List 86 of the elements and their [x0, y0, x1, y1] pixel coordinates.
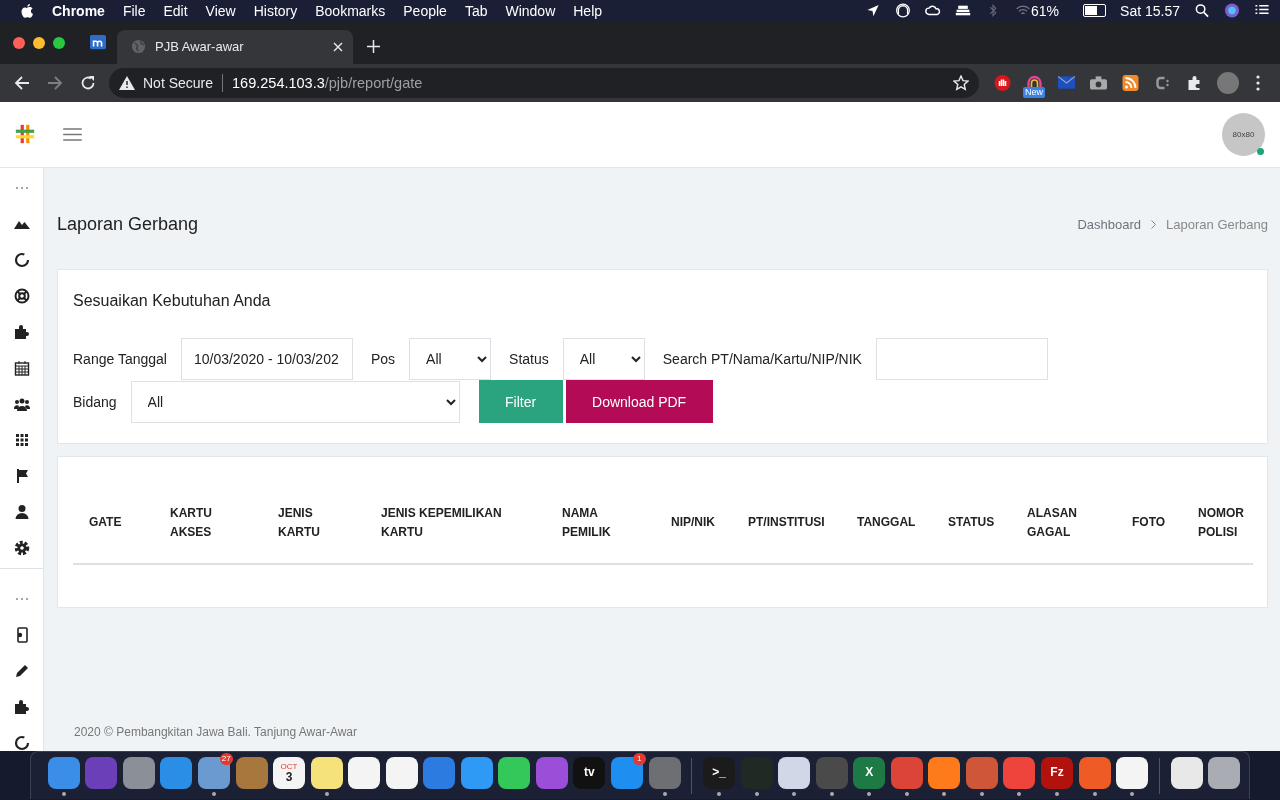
column-header[interactable]: KARTU AKSES: [170, 503, 212, 542]
menu-item[interactable]: Help: [573, 2, 603, 19]
card-title: Sesuaikan Kebutuhan Anda: [73, 291, 272, 310]
more-icon[interactable]: [1256, 74, 1260, 91]
new-tab-icon[interactable]: [367, 39, 380, 53]
menu-icon[interactable]: [63, 127, 82, 141]
column-header[interactable]: NAMA PEMILIK: [562, 503, 611, 542]
profile-avatar[interactable]: [1217, 71, 1239, 94]
clock[interactable]: Sat 15.57: [1120, 2, 1180, 19]
chevron-icon: [1151, 220, 1157, 230]
forward-arrow-icon[interactable]: [47, 74, 63, 91]
puzzle-icon[interactable]: [13, 698, 30, 715]
status-select[interactable]: All: [562, 337, 645, 380]
column-header[interactable]: JENIS KEPEMILIKAN KARTU: [381, 503, 502, 542]
globe-icon: [131, 39, 146, 55]
breadcrumb-link[interactable]: Dashboard: [1077, 217, 1142, 233]
battery-icon[interactable]: [1083, 4, 1107, 18]
column-header[interactable]: NIP/NIK: [671, 513, 715, 533]
tv-icon[interactable]: tv: [573, 756, 606, 789]
menu-item[interactable]: Window: [505, 2, 556, 19]
minimize-window-button[interactable]: [33, 36, 45, 49]
column-header[interactable]: FOTO: [1132, 513, 1166, 533]
menu-item[interactable]: Tab: [464, 2, 488, 19]
close-icon[interactable]: [333, 41, 343, 52]
pos-select[interactable]: All: [409, 337, 492, 380]
zoom-window-button[interactable]: [53, 36, 65, 49]
avatar-placeholder[interactable]: 80x80: [1222, 112, 1265, 156]
app-menu[interactable]: Chrome: [52, 2, 105, 19]
menu-item[interactable]: History: [253, 2, 298, 19]
field-label: Pos: [370, 350, 396, 367]
column-header[interactable]: STATUS: [948, 513, 995, 533]
calendar-icon[interactable]: [13, 359, 30, 376]
bidang-select[interactable]: All: [130, 380, 460, 423]
column-header[interactable]: PT/INSTITUSI: [748, 513, 825, 533]
breadcrumb-current: Laporan Gerbang: [1166, 217, 1268, 233]
menu-item[interactable]: People: [403, 2, 447, 19]
search-icon[interactable]: [1194, 3, 1210, 19]
field-label: Search PT/Nama/Kartu/NIP/NIK: [662, 350, 862, 367]
warning-icon: [119, 75, 135, 90]
apple-icon[interactable]: [20, 2, 34, 19]
reload-icon[interactable]: [80, 74, 96, 91]
column-header[interactable]: GATE: [89, 513, 122, 533]
envelope-icon[interactable]: [1058, 74, 1075, 91]
date-range-field[interactable]: 10/03/2020 - 10/03/202: [180, 337, 353, 380]
pencil-icon[interactable]: [13, 662, 30, 679]
spreadsheet-icon[interactable]: X: [853, 756, 886, 789]
notification-badge: 1: [632, 752, 646, 765]
column-header[interactable]: JENIS KARTU: [278, 503, 320, 542]
field-label: Bidang: [73, 393, 117, 410]
grid-icon[interactable]: [13, 431, 30, 448]
menu-item[interactable]: View: [205, 2, 236, 19]
asterisk-logo-icon[interactable]: [14, 123, 36, 146]
menu-item[interactable]: Bookmarks: [315, 2, 386, 19]
rss-icon[interactable]: [1122, 74, 1139, 91]
user-icon[interactable]: [13, 503, 30, 520]
lifebuoy-icon[interactable]: [13, 287, 30, 304]
terminal-icon[interactable]: >_: [703, 756, 736, 789]
settings-icon[interactable]: [13, 539, 30, 556]
puzzle-icon[interactable]: [13, 323, 30, 340]
back-arrow-icon[interactable]: [14, 74, 30, 91]
browser-tab[interactable]: PJB Awar-awar: [117, 29, 353, 64]
circle-notch-icon[interactable]: [13, 251, 30, 268]
circle-notch-icon[interactable]: [13, 734, 30, 751]
bookmark-star-icon[interactable]: [953, 74, 969, 91]
download-pdf-button[interactable]: Download PDF: [565, 380, 713, 424]
column-header[interactable]: ALASAN GAGAL: [1027, 503, 1077, 542]
new-badge: New: [1023, 86, 1045, 98]
field-label: Range Tanggal: [73, 350, 167, 367]
filezilla-icon[interactable]: Fz: [1040, 756, 1073, 789]
footer-text: 2020 © Pembangkitan Jawa Bali. Tanjung Awar-Awar: [73, 724, 358, 741]
calendar-icon[interactable]: OCT 3: [273, 756, 306, 789]
menu-item[interactable]: Edit: [163, 2, 188, 19]
address-bar[interactable]: Not Secure 169.254.103.3/pjb/report/gate: [109, 67, 979, 98]
notification-badge: 27: [219, 752, 233, 765]
camera-icon[interactable]: [1090, 74, 1107, 91]
field-label: Status: [509, 350, 549, 367]
menu-item[interactable]: File: [122, 2, 146, 19]
search-field[interactable]: [875, 337, 1048, 380]
pinned-tab-icon[interactable]: [89, 34, 107, 51]
page-title: Laporan Gerbang: [57, 214, 199, 236]
battery-percentage: 61%: [1031, 2, 1060, 19]
close-window-button[interactable]: [13, 36, 25, 49]
colon-c-icon[interactable]: [1154, 74, 1171, 91]
puzzle-icon[interactable]: [1186, 74, 1203, 91]
column-header[interactable]: TANGGAL: [857, 513, 916, 533]
column-header[interactable]: NOMOR POLISI: [1198, 503, 1244, 542]
